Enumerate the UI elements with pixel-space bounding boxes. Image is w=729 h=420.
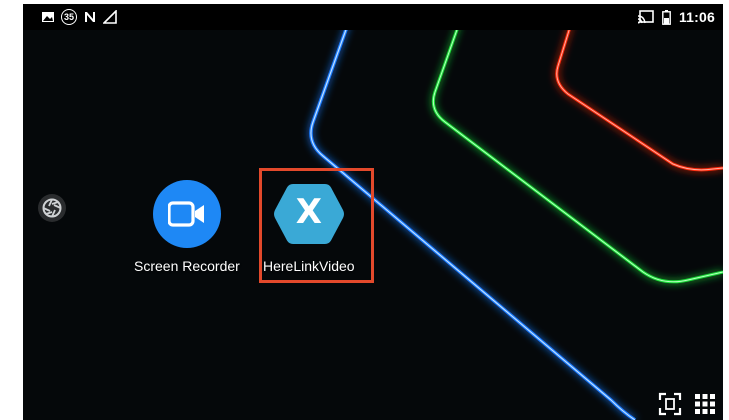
status-bar: 35 11:06 [23,4,723,30]
hexagon-letter: X [295,192,322,232]
video-camera-icon [152,180,221,248]
app-label-screen-recorder: Screen Recorder [134,258,240,274]
app-label-herelinkvideo: HereLinkVideo [263,258,355,274]
cast-icon [637,10,654,24]
app-screen-recorder[interactable]: Screen Recorder [134,180,240,274]
xamarin-x-icon: X [273,180,345,248]
image-icon [42,12,54,22]
screenshot-icon[interactable] [658,392,682,416]
notification-35-icon: 35 [61,9,77,25]
home-screen: 35 11:06 Screen Recorder X HereLinkVideo [23,4,723,420]
nfc-icon [85,12,95,22]
apps-grid-icon[interactable] [693,392,717,416]
app-herelinkvideo[interactable]: X HereLinkVideo [263,180,355,274]
notification-badge-text: 35 [63,12,74,22]
battery-icon [662,9,671,25]
signal-icon [103,10,117,24]
camera-shutter-icon[interactable] [37,193,67,223]
status-time: 11:06 [678,9,715,25]
